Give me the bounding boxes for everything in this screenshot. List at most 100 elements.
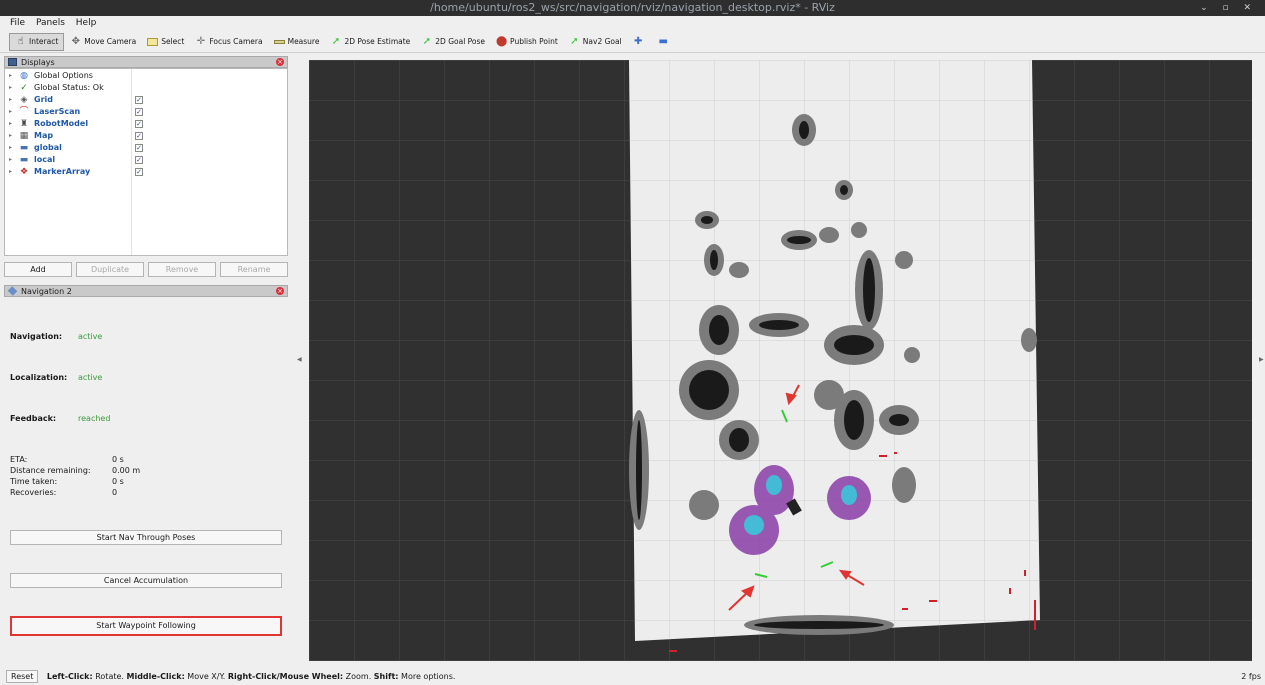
markerarray-checkbox[interactable]: ✓ [135,167,143,176]
hint-middle-click-label: Middle-Click: [126,672,185,681]
tool-measure[interactable]: Measure [269,33,325,51]
monitor-icon [8,58,17,66]
hint-middle-click: Move X/Y. [184,672,228,681]
hint-left-click-label: Left-Click: [46,672,93,681]
duplicate-display-button[interactable]: Duplicate [76,262,144,277]
nav2-title: Navigation 2 [21,287,72,296]
display-item-local[interactable]: ▸ ▬ local ✓ [5,154,287,166]
map-icon: ▦ [19,131,29,141]
distance-label: Distance remaining: [10,466,91,475]
feedback-label: Feedback: [10,414,57,423]
ruler-icon [273,39,285,44]
close-icon[interactable]: × [276,58,284,66]
folder-icon: ▬ [19,155,29,165]
map-render [309,60,1252,661]
display-item-map[interactable]: ▸ ▦ Map ✓ [5,130,287,142]
localization-label: Localization: [10,373,68,382]
eta-value: 0 s [112,455,124,464]
hint-right-click: Zoom. [343,672,374,681]
displays-tree: ▸ ◍ Global Options ▸ ✓ Global Status: Ok… [4,68,288,256]
remove-tool-button[interactable]: ▬ [653,33,677,51]
robotmodel-checkbox[interactable]: ✓ [135,119,143,128]
tool-interact[interactable]: ☝ Interact [9,32,65,51]
display-item-global-status[interactable]: ▸ ✓ Global Status: Ok [5,82,287,94]
add-display-button[interactable]: Add [4,262,72,277]
expand-arrow-icon[interactable]: ▸ [9,130,12,142]
interact-icon: ☝ [17,36,24,47]
collapse-right-arrow-icon[interactable]: ▶ [1259,356,1264,363]
folder-icon: ▬ [19,143,29,153]
menu-panels[interactable]: Panels [36,18,65,28]
local-checkbox[interactable]: ✓ [135,155,143,164]
tools-toolbar: ☝ Interact ✥ Move Camera Select ✛ Focus … [0,31,1265,53]
display-item-markerarray[interactable]: ▸ ❖ MarkerArray ✓ [5,166,287,178]
reset-button[interactable]: Reset [6,670,39,683]
robot-icon: ♜ [19,119,29,129]
window-controls[interactable]: ⌄ ▫ ✕ [1200,0,1257,16]
tool-move-camera[interactable]: ✥ Move Camera [65,33,141,51]
expand-arrow-icon[interactable]: ▸ [9,94,12,106]
menu-help[interactable]: Help [76,18,97,28]
render-viewport[interactable] [309,60,1252,661]
display-item-grid[interactable]: ▸ ◈ Grid ✓ [5,94,287,106]
feedback-status: reached [78,414,111,423]
hint-left-click: Rotate. [92,672,127,681]
map-checkbox[interactable]: ✓ [135,131,143,140]
minus-icon: ▬ [658,36,668,47]
tool-focus-camera[interactable]: ✛ Focus Camera [190,33,267,51]
navigation-label: Navigation: [10,332,63,341]
hint-right-click-label: Right-Click/Mouse Wheel: [227,672,344,681]
fps-counter: 2 fps [1241,672,1261,681]
expand-arrow-icon[interactable]: ▸ [9,106,12,118]
expand-arrow-icon[interactable]: ▸ [9,82,12,94]
tool-publish-point[interactable]: ⬤ Publish Point [491,33,563,51]
global-checkbox[interactable]: ✓ [135,143,143,152]
display-item-global-options[interactable]: ▸ ◍ Global Options [5,70,287,82]
plus-icon: ✚ [633,36,643,47]
laserscan-icon: ⌒ [19,107,29,117]
time-taken-value: 0 s [112,477,124,486]
start-waypoint-following-button[interactable]: Start Waypoint Following [10,616,282,636]
focus-camera-icon: ✛ [196,36,206,47]
rename-display-button[interactable]: Rename [220,262,288,277]
menubar: File Panels Help [0,16,1265,30]
expand-arrow-icon[interactable]: ▸ [9,142,12,154]
hint-shift: More options. [398,672,456,681]
globe-icon: ◍ [20,71,28,81]
hint-shift-label: Shift: [373,672,399,681]
grid-icon: ◈ [20,95,28,105]
recoveries-label: Recoveries: [10,488,57,497]
checkmark-icon: ✓ [20,83,28,93]
expand-arrow-icon[interactable]: ▸ [9,70,12,82]
cancel-accumulation-button[interactable]: Cancel Accumulation [10,573,282,588]
tool-2d-pose-estimate[interactable]: ➚ 2D Pose Estimate [325,33,415,51]
display-item-global[interactable]: ▸ ▬ global ✓ [5,142,287,154]
remove-display-button[interactable]: Remove [148,262,216,277]
display-item-laserscan[interactable]: ▸ ⌒ LaserScan ✓ [5,106,287,118]
collapse-left-arrow-icon[interactable]: ◀ [297,356,302,363]
marker-icon: ❖ [19,167,29,177]
recoveries-value: 0 [112,488,118,497]
display-item-robotmodel[interactable]: ▸ ♜ RobotModel ✓ [5,118,287,130]
tool-select[interactable]: Select [142,33,189,51]
time-taken-label: Time taken: [10,477,58,486]
start-nav-through-poses-button[interactable]: Start Nav Through Poses [10,530,282,545]
add-tool-button[interactable]: ✚ [628,33,652,51]
eta-label: ETA: [10,455,28,464]
window-titlebar: /home/ubuntu/ros2_ws/src/navigation/rviz… [0,0,1265,16]
menu-file[interactable]: File [10,18,25,28]
tool-nav2-goal[interactable]: ➚ Nav2 Goal [564,33,627,51]
displays-title: Displays [21,58,55,67]
laserscan-checkbox[interactable]: ✓ [135,107,143,116]
green-arrow-icon: ➚ [422,36,431,47]
expand-arrow-icon[interactable]: ▸ [9,166,12,178]
close-icon[interactable]: × [276,287,284,295]
grid-checkbox[interactable]: ✓ [135,95,143,104]
displays-panel-header: Displays × [4,56,288,68]
expand-arrow-icon[interactable]: ▸ [9,154,12,166]
map-pin-icon: ⬤ [496,36,508,47]
tool-2d-goal-pose[interactable]: ➚ 2D Goal Pose [416,33,490,51]
window-title: /home/ubuntu/ros2_ws/src/navigation/rviz… [430,1,835,14]
expand-arrow-icon[interactable]: ▸ [9,118,12,130]
status-bar: Reset Left-Click: Rotate. Middle-Click: … [0,668,1265,685]
